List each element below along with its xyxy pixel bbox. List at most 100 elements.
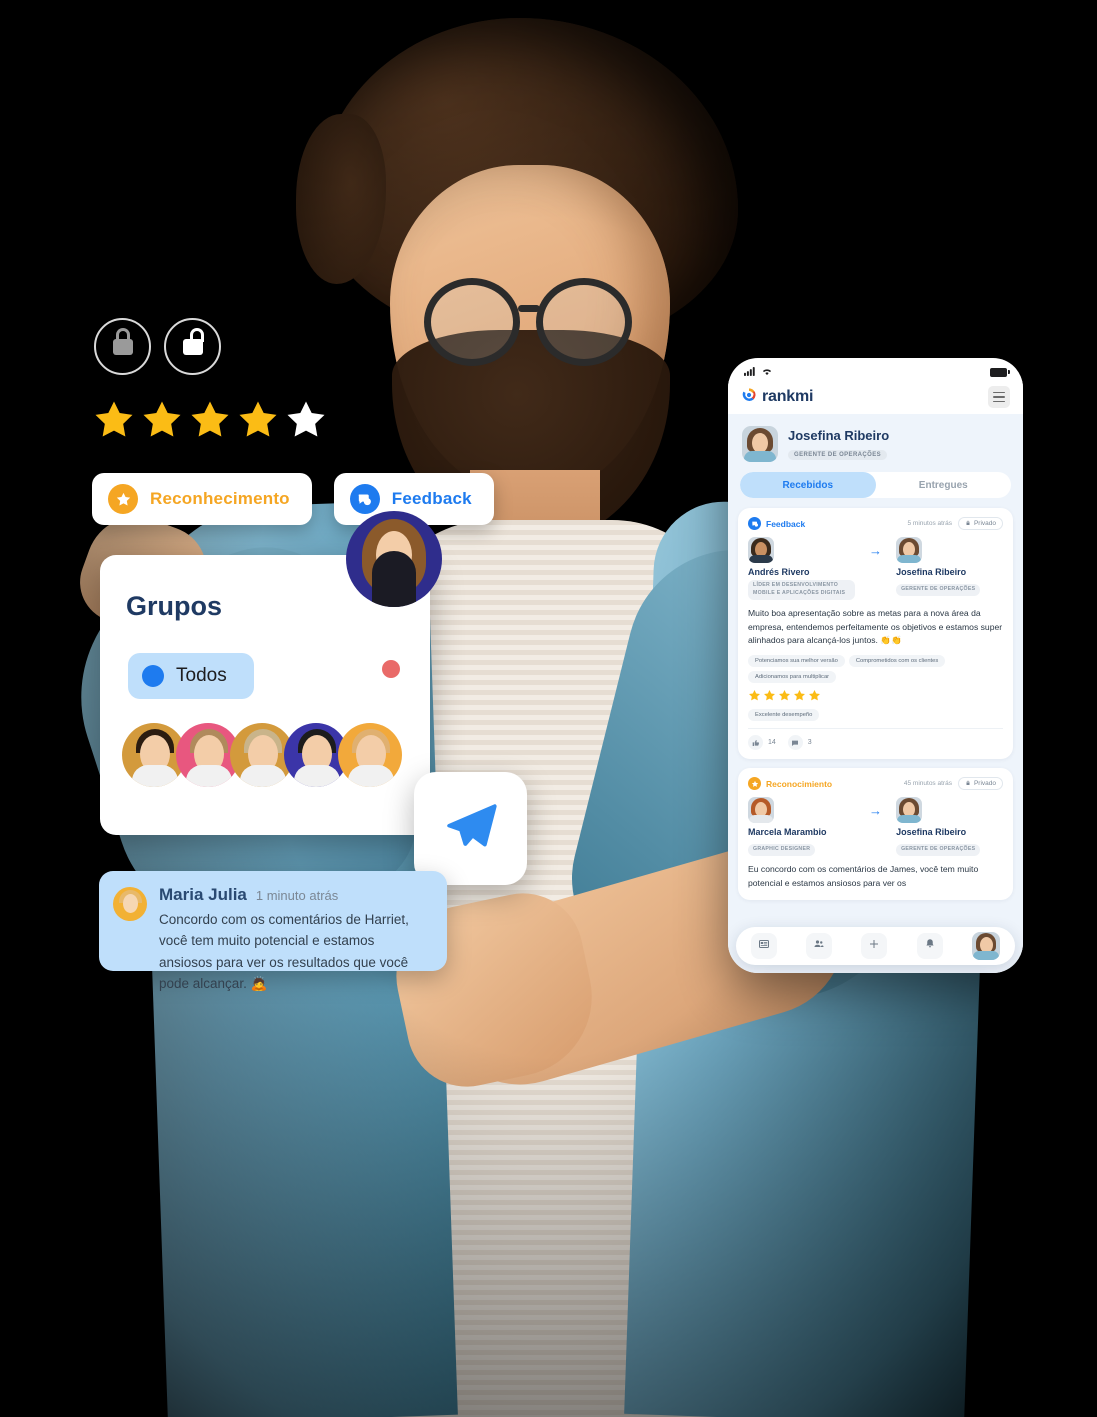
star-icon [749, 690, 760, 701]
card-timestamp: 5 minutos atrás [907, 520, 952, 527]
privacy-toggle-group [94, 318, 221, 375]
chat-bubble-icon [349, 484, 380, 514]
star-icon [809, 690, 820, 701]
lock-closed-icon[interactable] [94, 318, 151, 375]
card-kind-label: Reconocimiento [766, 778, 833, 789]
grupos-chip-label: Todos [176, 665, 227, 686]
chip-dot-icon [142, 665, 164, 687]
signal-icon [744, 363, 757, 381]
comment-count: 3 [807, 739, 812, 747]
lock-closed-icon [965, 520, 971, 528]
lock-open-icon[interactable] [164, 318, 221, 375]
star-icon [191, 401, 229, 437]
hero-star-rating[interactable] [92, 398, 328, 442]
phone-status-bar [728, 358, 1023, 380]
comment-timestamp: 1 minuto atrás [255, 888, 339, 903]
tab-entregues[interactable]: Entregues [876, 472, 1012, 498]
nav-feed[interactable] [750, 933, 777, 959]
wifi-icon [761, 363, 773, 381]
arrow-right-icon: → [869, 543, 882, 558]
feed-card-feedback: Feedback 5 minutos atrás Privado Andrés … [738, 508, 1013, 760]
card-sender: Marcela Marambio GRAPHIC DESIGNER [748, 797, 855, 857]
nav-people[interactable] [806, 933, 833, 959]
card-sender: Andrés Rivero LÍDER EM DESENVOLVIMENTO M… [748, 537, 855, 600]
avatar [748, 797, 774, 824]
status-badge: Privado [957, 517, 1003, 530]
avatar [896, 797, 923, 824]
grupos-featured-avatar[interactable] [346, 511, 442, 607]
send-tile[interactable] [414, 772, 527, 885]
card-reactions: 14 3 [748, 735, 1003, 751]
battery-icon [990, 367, 1010, 377]
card-tag-row: Potenciamos sua melhor versão Comprometi… [748, 655, 1003, 684]
comment-icon [787, 735, 803, 751]
star-icon [287, 401, 325, 437]
app-body: Josefina Ribeiro GERENTE DE OPERAÇÕES Re… [728, 414, 1023, 973]
privacy-label: Privado [973, 780, 996, 788]
plus-icon [868, 937, 880, 955]
card-timestamp: 45 minutos atrás [903, 780, 952, 788]
card-tag[interactable]: Potenciamos sua melhor versão [748, 655, 845, 668]
sender-name: Marcela Marambio [748, 827, 827, 838]
grupos-chip-todos[interactable]: Todos [128, 653, 254, 699]
card-receiver: Josefina Ribeiro GERENTE DE OPERAÇÕES [896, 537, 1003, 596]
comment-reaction[interactable]: 3 [787, 735, 812, 751]
feed-card-reconocimiento: Reconocimiento 45 minutos atrás Privado [738, 768, 1013, 900]
grupos-member-avatars[interactable] [122, 723, 402, 787]
card-receiver: Josefina Ribeiro GERENTE DE OPERAÇÕES [896, 797, 1003, 857]
reconhecimento-pill[interactable]: Reconhecimento [92, 473, 312, 525]
feed-icon [758, 937, 770, 955]
feedback-pill-label: Feedback [391, 489, 472, 508]
nav-profile[interactable] [972, 932, 1001, 960]
star-icon [764, 690, 775, 701]
avatar[interactable] [338, 723, 402, 787]
feed-tabs: Recebidos Entregues [740, 472, 1011, 498]
avatar [113, 887, 147, 921]
brand: rankmi [741, 387, 813, 408]
status-badge: Privado [957, 777, 1003, 791]
card-kind-label: Feedback [766, 518, 806, 529]
comment-author: Maria Julia [159, 885, 247, 904]
comment-body: Concordo com os comentários de Harriet, … [159, 912, 409, 991]
avatar [896, 537, 923, 563]
brand-name: rankmi [762, 388, 814, 405]
bottom-nav [736, 927, 1015, 965]
avatar [748, 537, 774, 563]
divider [748, 728, 1003, 730]
glasses-left-lens [424, 278, 520, 366]
bell-icon [924, 937, 936, 955]
grupos-status-dot [382, 660, 400, 678]
nav-create[interactable] [861, 933, 888, 959]
star-icon [143, 401, 181, 437]
card-body-text: Eu concordo com os comentários de James,… [748, 864, 979, 889]
receiver-name: Josefina Ribeiro [896, 567, 967, 577]
phone-mockup: rankmi Josefina Ribeiro GERENTE DE OPERA… [728, 358, 1023, 973]
like-reaction[interactable]: 14 [748, 735, 776, 751]
card-kind: Reconocimiento [748, 777, 833, 791]
avatar [742, 426, 778, 462]
receiver-name: Josefina Ribeiro [896, 827, 967, 838]
hamburger-icon[interactable] [988, 386, 1010, 408]
tab-recebidos[interactable]: Recebidos [740, 472, 876, 498]
card-tag[interactable]: Adicionamos para multiplicar [748, 671, 837, 684]
glasses-bridge [518, 305, 540, 312]
card-star-rating [748, 689, 1003, 702]
card-body-text: Muito boa apresentação sobre as metas pa… [748, 607, 1003, 646]
star-icon [779, 690, 790, 701]
action-pill-row: Reconhecimento Feedback [92, 473, 494, 525]
grupos-card: Grupos Todos [100, 511, 442, 835]
chat-bubble-icon [748, 517, 761, 530]
paper-plane-icon [442, 797, 500, 860]
screenshot-root: Reconhecimento Feedback Grupos Todos Mar… [0, 0, 1097, 1417]
nav-notifications[interactable] [916, 933, 943, 959]
people-icon [813, 937, 825, 955]
card-tag[interactable]: Comprometidos com os clientes [848, 655, 946, 668]
card-rating-label: Excelente desempeño [748, 709, 820, 722]
arrow-right-icon: → [869, 803, 882, 819]
card-kind: Feedback [748, 517, 805, 530]
sender-name: Andrés Rivero [748, 567, 810, 577]
reconhecimento-pill-label: Reconhecimento [150, 489, 290, 508]
sender-role: LÍDER EM DESENVOLVIMENTO MOBILE E APLICA… [748, 580, 855, 600]
profile-row[interactable]: Josefina Ribeiro GERENTE DE OPERAÇÕES [738, 424, 1013, 470]
star-icon [95, 401, 133, 437]
